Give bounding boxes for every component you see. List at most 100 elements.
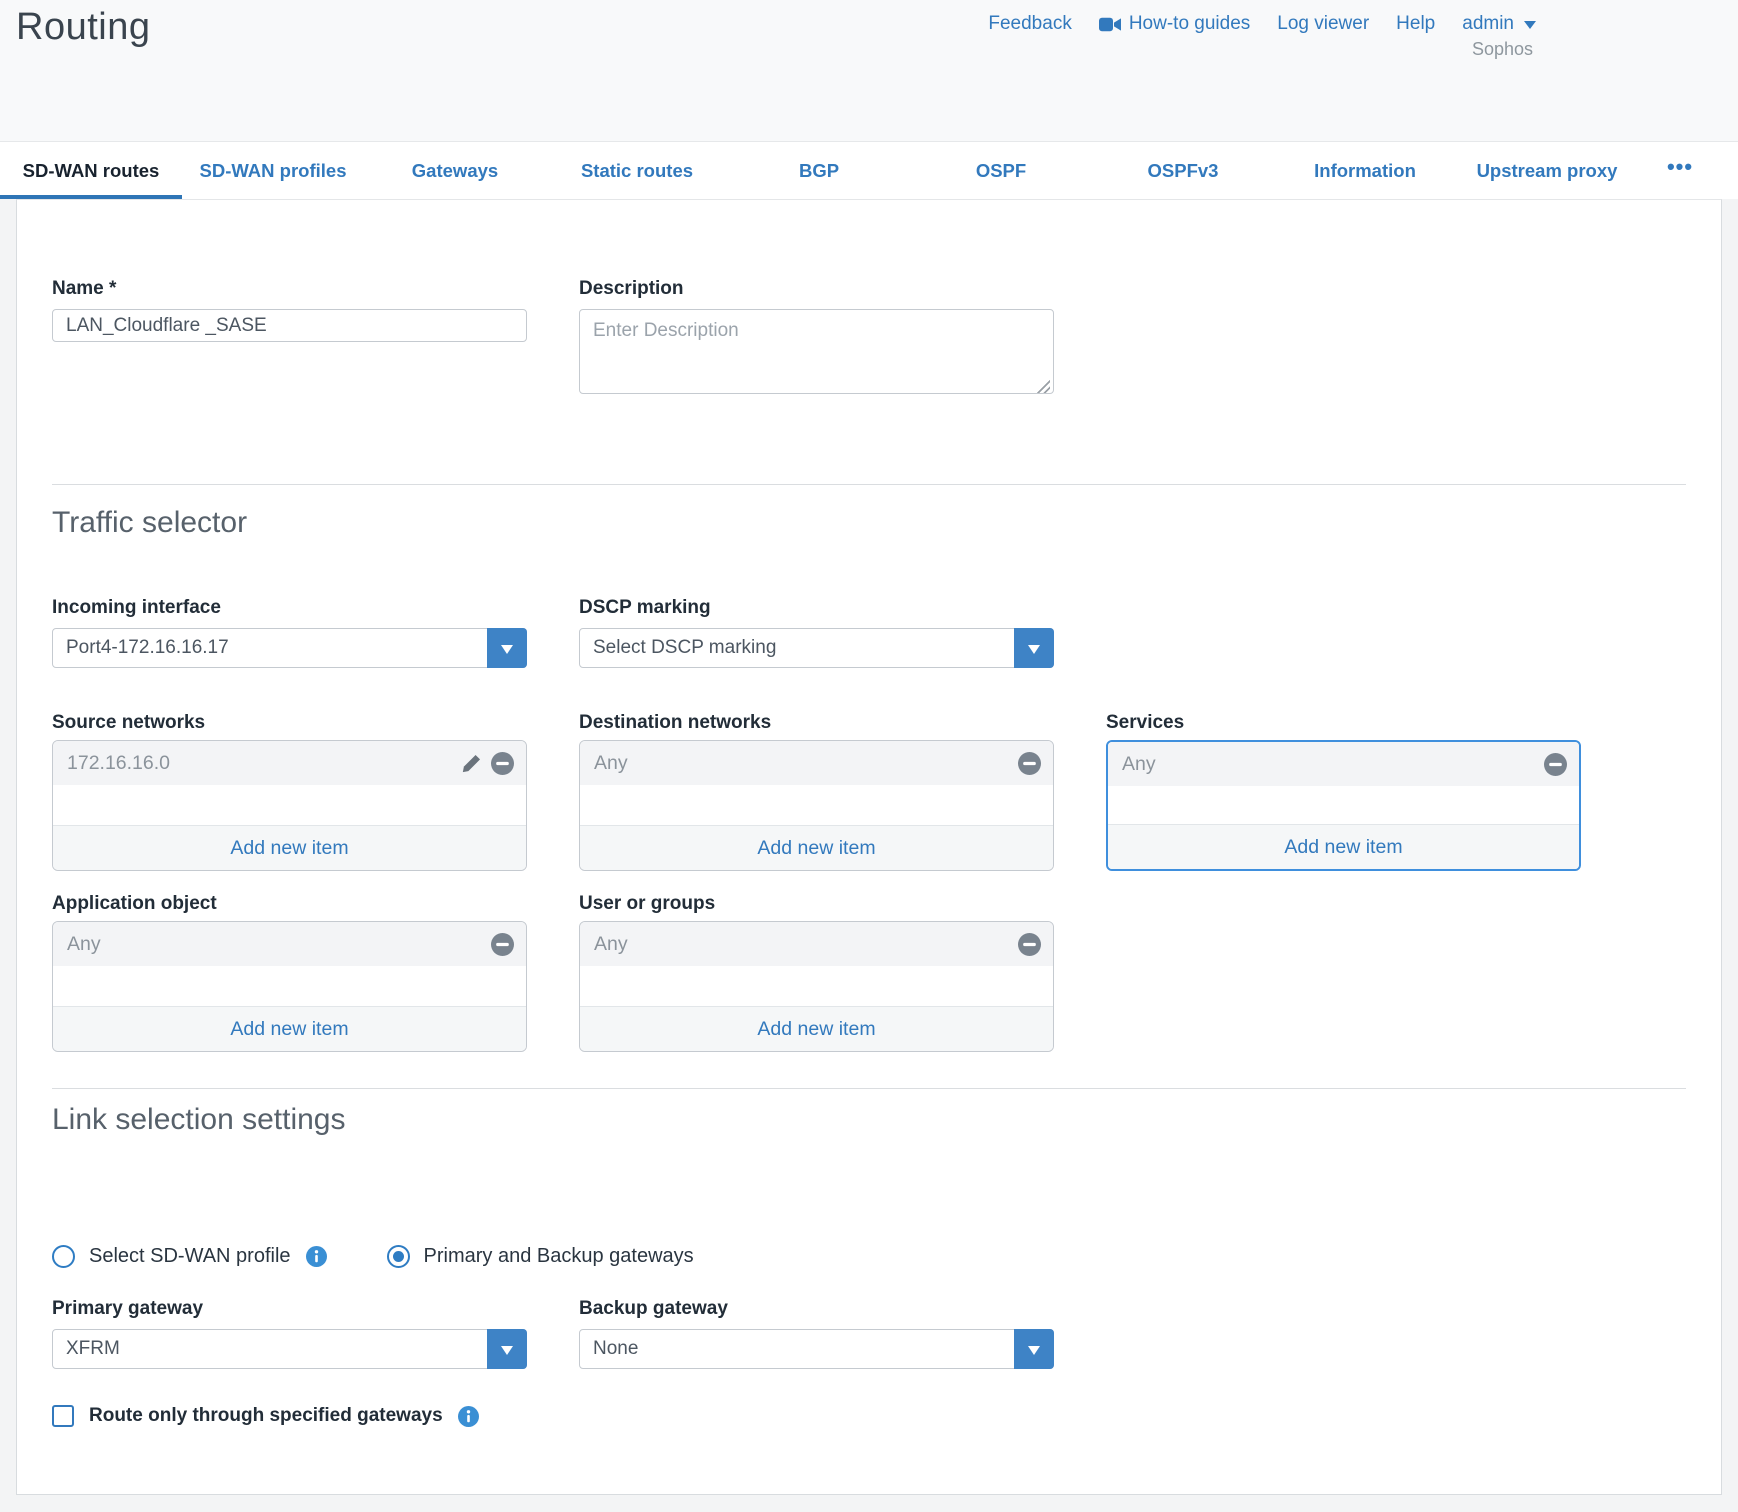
- section-divider: [52, 484, 1686, 485]
- link-selection-heading: Link selection settings: [52, 1102, 1686, 1138]
- user-or-groups-label: User or groups: [579, 893, 1054, 915]
- dscp-marking-value: Select DSCP marking: [593, 637, 776, 658]
- listbox-empty-area: [53, 966, 526, 1006]
- feedback-link-label: Feedback: [988, 13, 1071, 35]
- required-asterisk: *: [109, 278, 116, 299]
- services-label: Services: [1106, 712, 1581, 734]
- tab-ospfv3[interactable]: OSPFv3: [1092, 142, 1274, 199]
- remove-icon[interactable]: [1544, 753, 1567, 776]
- name-label: Name *: [52, 278, 527, 300]
- tab-sdwan-routes[interactable]: SD-WAN routes: [0, 142, 182, 199]
- services-group: Services Any Add new item: [1106, 712, 1581, 871]
- tab-information[interactable]: Information: [1274, 142, 1456, 199]
- dropdown-button[interactable]: [1014, 628, 1054, 668]
- howto-guides-label: How-to guides: [1129, 13, 1250, 35]
- dscp-marking-label: DSCP marking: [579, 597, 1054, 619]
- admin-menu[interactable]: admin: [1462, 13, 1536, 35]
- edit-icon[interactable]: [461, 753, 482, 774]
- remove-icon[interactable]: [491, 933, 514, 956]
- destination-networks-listbox: Any Add new item: [579, 740, 1054, 871]
- add-new-item-button[interactable]: Add new item: [53, 825, 526, 870]
- list-item: Any: [53, 922, 526, 966]
- brand-text: Sophos: [1472, 39, 1533, 60]
- info-icon[interactable]: [306, 1246, 327, 1267]
- add-new-item-button[interactable]: Add new item: [53, 1006, 526, 1051]
- dropdown-button[interactable]: [1014, 1329, 1054, 1369]
- listbox-empty-area: [580, 966, 1053, 1006]
- tab-static-routes[interactable]: Static routes: [546, 142, 728, 199]
- list-item: Any: [1108, 742, 1579, 786]
- incoming-interface-value: Port4-172.16.16.17: [66, 637, 229, 658]
- radio-select-sdwan-profile[interactable]: [52, 1245, 75, 1268]
- route-only-label: Route only through specified gateways: [89, 1405, 443, 1427]
- dropdown-button[interactable]: [487, 1329, 527, 1369]
- listbox-empty-area: [1108, 786, 1579, 824]
- chevron-down-icon: [1028, 1346, 1040, 1361]
- name-input[interactable]: [52, 309, 527, 342]
- remove-icon[interactable]: [1018, 752, 1041, 775]
- list-item-value: Any: [67, 933, 101, 956]
- tab-ospf[interactable]: OSPF: [910, 142, 1092, 199]
- radio-primary-backup-gateways[interactable]: [387, 1245, 410, 1268]
- backup-gateway-select[interactable]: None: [579, 1329, 1054, 1369]
- source-networks-listbox: 172.16.16.0: [52, 740, 527, 871]
- dscp-marking-group: DSCP marking Select DSCP marking: [579, 597, 1054, 668]
- description-label: Description: [579, 278, 1054, 300]
- link-selection-options: Select SD-WAN profile Primary and Backup…: [52, 1245, 1686, 1268]
- list-item-value: 172.16.16.0: [67, 752, 170, 775]
- listbox-empty-area: [53, 785, 526, 825]
- log-viewer-label: Log viewer: [1277, 13, 1369, 35]
- tab-bgp[interactable]: BGP: [728, 142, 910, 199]
- primary-gateway-select[interactable]: XFRM: [52, 1329, 527, 1369]
- help-label: Help: [1396, 13, 1435, 35]
- radio-label-sdwan-profile: Select SD-WAN profile: [89, 1245, 291, 1268]
- log-viewer-link[interactable]: Log viewer: [1277, 13, 1369, 35]
- add-new-item-button[interactable]: Add new item: [1108, 824, 1579, 869]
- more-tabs-button[interactable]: •••: [1638, 142, 1722, 199]
- page-title: Routing: [16, 6, 150, 49]
- source-networks-group: Source networks 172.16.16.0: [52, 712, 527, 871]
- backup-gateway-group: Backup gateway None: [579, 1298, 1054, 1369]
- incoming-interface-group: Incoming interface Port4-172.16.16.17: [52, 597, 527, 668]
- add-new-item-button[interactable]: Add new item: [580, 1006, 1053, 1051]
- tab-upstream-proxy[interactable]: Upstream proxy: [1456, 142, 1638, 199]
- tab-sdwan-profiles[interactable]: SD-WAN profiles: [182, 142, 364, 199]
- help-link[interactable]: Help: [1396, 13, 1435, 35]
- howto-guides-link[interactable]: How-to guides: [1099, 13, 1250, 35]
- feedback-link[interactable]: Feedback: [988, 13, 1071, 35]
- incoming-interface-label: Incoming interface: [52, 597, 527, 619]
- section-divider: [52, 1088, 1686, 1089]
- backup-gateway-value: None: [593, 1338, 638, 1359]
- destination-networks-label: Destination networks: [579, 712, 1054, 734]
- source-networks-label: Source networks: [52, 712, 527, 734]
- tab-gateways[interactable]: Gateways: [364, 142, 546, 199]
- list-item: 172.16.16.0: [53, 741, 526, 785]
- top-bar: Routing Feedback How-to guides Log viewe…: [0, 0, 1738, 141]
- dscp-marking-select[interactable]: Select DSCP marking: [579, 628, 1054, 668]
- admin-menu-label: admin: [1462, 13, 1514, 35]
- destination-networks-group: Destination networks Any Add new ite: [579, 712, 1054, 871]
- route-only-checkbox[interactable]: [52, 1405, 74, 1427]
- remove-icon[interactable]: [1018, 933, 1041, 956]
- name-label-text: Name: [52, 278, 104, 299]
- tab-bar: SD-WAN routes SD-WAN profiles Gateways S…: [0, 141, 1738, 199]
- primary-gateway-label: Primary gateway: [52, 1298, 527, 1320]
- add-new-item-button[interactable]: Add new item: [580, 825, 1053, 870]
- backup-gateway-label: Backup gateway: [579, 1298, 1054, 1320]
- description-input[interactable]: [579, 309, 1054, 394]
- primary-gateway-group: Primary gateway XFRM: [52, 1298, 527, 1369]
- list-item-value: Any: [594, 933, 628, 956]
- traffic-selector-heading: Traffic selector: [52, 505, 1686, 541]
- radio-label-primary-backup: Primary and Backup gateways: [424, 1245, 694, 1268]
- incoming-interface-select[interactable]: Port4-172.16.16.17: [52, 628, 527, 668]
- remove-icon[interactable]: [491, 752, 514, 775]
- services-listbox: Any Add new item: [1106, 740, 1581, 871]
- route-only-row: Route only through specified gateways: [52, 1405, 1686, 1427]
- dropdown-button[interactable]: [487, 628, 527, 668]
- application-object-label: Application object: [52, 893, 527, 915]
- listbox-empty-area: [580, 785, 1053, 825]
- list-item: Any: [580, 741, 1053, 785]
- chevron-down-icon: [1524, 21, 1536, 35]
- info-icon[interactable]: [458, 1406, 479, 1427]
- chevron-down-icon: [501, 1346, 513, 1361]
